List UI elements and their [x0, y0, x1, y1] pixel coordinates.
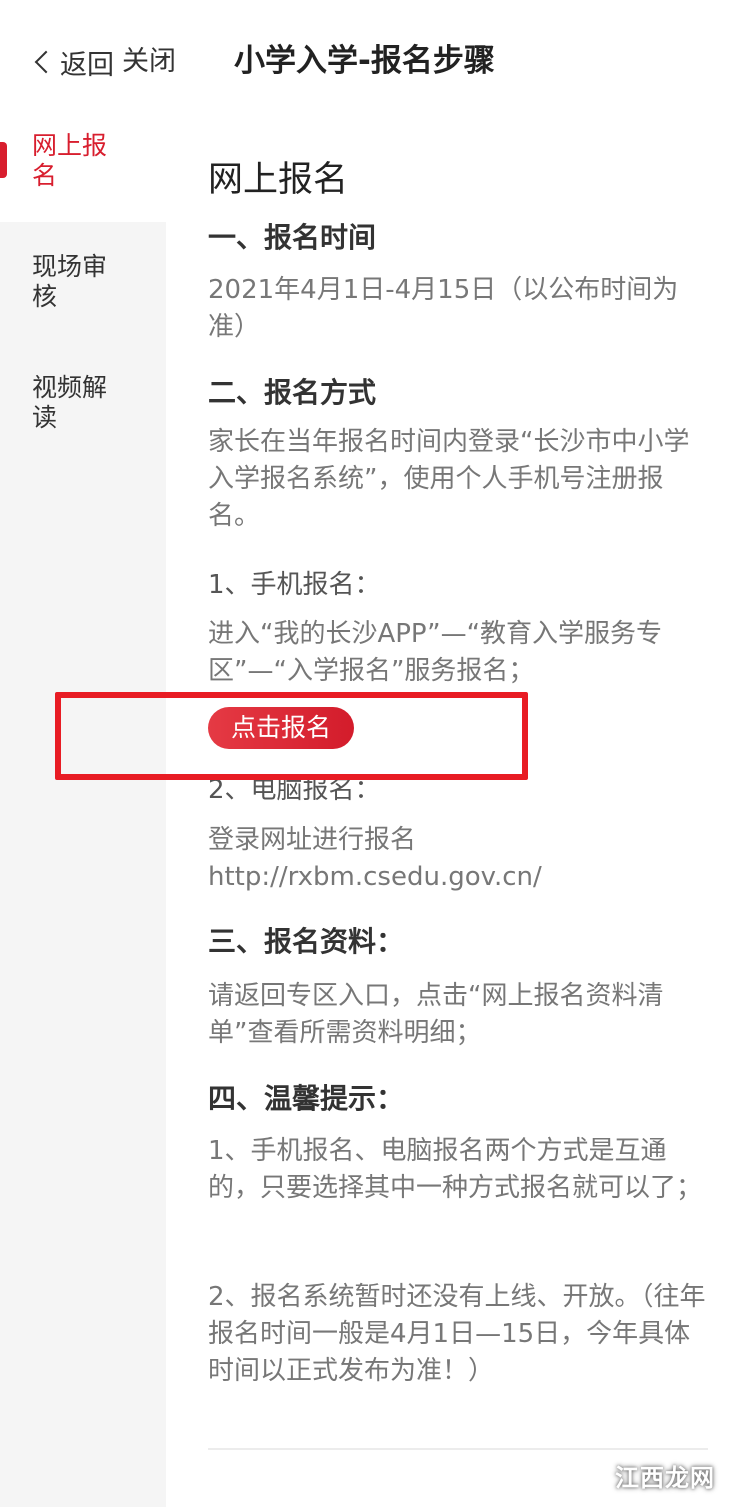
back-label: 返回	[60, 49, 114, 81]
tip-1: 1、手机报名、电脑报名两个方式是互通的，只要选择其中一种方式报名就可以了；	[208, 1136, 703, 1203]
mobile-registration-body: 进入“我的长沙APP”—“教育入学服务专区”—“入学报名”服务报名；	[208, 619, 663, 686]
sidebar-item-label: 视频解读	[32, 373, 108, 432]
sidebar-item-video-explanation[interactable]: 视频解读	[0, 373, 166, 433]
section-method-title: 二、报名方式	[208, 376, 377, 409]
tip-2: 2、报名系统暂时还没有上线、开放。（往年报名时间一般是4月1日—15日，今年具体…	[208, 1282, 706, 1386]
section-method-body: 家长在当年报名时间内登录“长沙市中小学入学报名系统”，使用个人手机号注册报名。	[208, 427, 690, 531]
chevron-left-icon	[34, 50, 58, 74]
sidebar-item-label: 现场审核	[32, 252, 108, 311]
back-button[interactable]: 返回	[34, 42, 114, 82]
sidebar-item-online-registration[interactable]: 网上报名	[0, 118, 166, 222]
sidebar-item-label: 网上报名	[32, 131, 108, 190]
watermark-logo: 江西龙网	[615, 1464, 715, 1492]
pc-registration-body: 登录网址进行报名 http://rxbm.csedu.gov.cn/	[208, 825, 542, 892]
active-indicator	[0, 142, 7, 178]
section-materials-title: 三、报名资料：	[208, 925, 405, 958]
sidebar-item-onsite-review[interactable]: 现场审核	[0, 252, 166, 312]
mobile-registration-title: 1、手机报名：	[208, 570, 381, 600]
sidebar: 网上报名 现场审核 视频解读	[0, 118, 166, 1507]
section-time-title: 一、报名时间	[208, 221, 377, 254]
section-time-body: 2021年4月1日-4月15日（以公布时间为准）	[208, 275, 679, 342]
page-title: 小学入学-报名步骤	[234, 43, 495, 79]
top-nav-bar: 返回 关闭 小学入学-报名步骤	[0, 0, 745, 118]
content-heading: 网上报名	[208, 160, 349, 200]
section-tips-title: 四、温馨提示：	[208, 1082, 405, 1115]
highlight-box	[55, 692, 528, 780]
section-materials-body: 请返回专区入口，点击“网上报名资料清单”查看所需资料明细；	[208, 981, 664, 1048]
close-button[interactable]: 关闭	[122, 42, 176, 82]
divider	[208, 1448, 708, 1450]
